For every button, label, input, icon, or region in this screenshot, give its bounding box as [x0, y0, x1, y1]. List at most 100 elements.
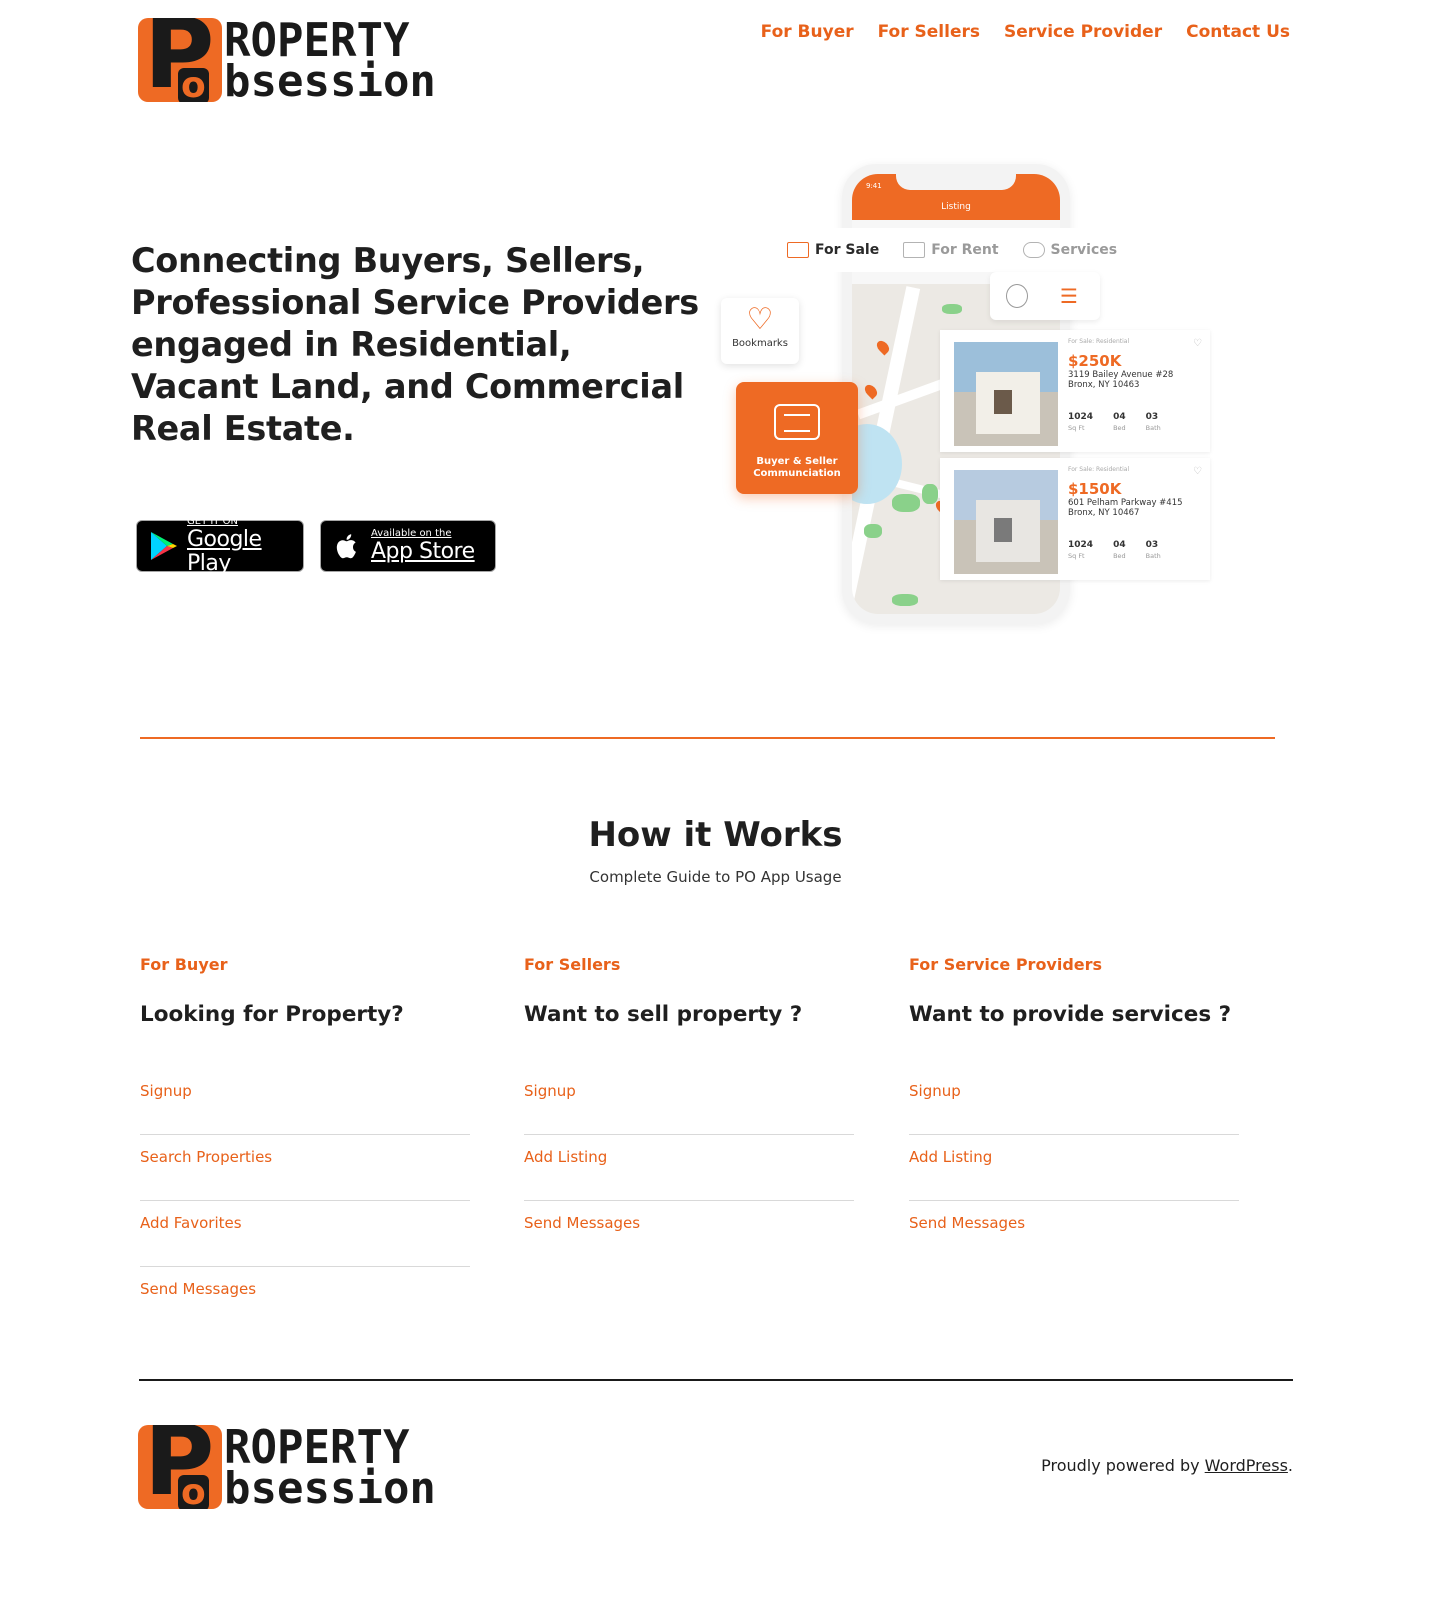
list-item: Search Properties [140, 1145, 470, 1201]
phone-notch [896, 174, 1016, 190]
link-signup[interactable]: Signup [140, 1079, 470, 1103]
logo-letter-o: o [178, 68, 209, 102]
listing-address: 3119 Bailey Avenue #28 Bronx, NY 10463 [1068, 370, 1174, 390]
footer-divider [139, 1379, 1293, 1381]
location-icon [1006, 284, 1028, 308]
listing-price: $150K [1068, 480, 1122, 498]
mockup-tab-label: For Rent [931, 242, 999, 258]
app-mockup-illustration: 9:41 Listing For Sale For Rent Services … [720, 160, 1240, 630]
mockup-tab-for-sale: For Sale [787, 242, 879, 258]
powered-suffix: . [1287, 1456, 1293, 1475]
listing-bed: 04 Bed [1113, 412, 1126, 432]
list-item: Add Listing [909, 1145, 1239, 1201]
google-play-icon [151, 532, 177, 560]
link-signup[interactable]: Signup [909, 1079, 1239, 1103]
link-add-listing[interactable]: Add Listing [524, 1145, 854, 1169]
heart-icon: ♡ [1193, 466, 1202, 477]
phone-screen-title: Listing [941, 202, 971, 212]
column-title: Looking for Property? [140, 1002, 404, 1027]
powered-prefix: Proudly powered by [1041, 1456, 1205, 1475]
listing-photo [954, 342, 1058, 446]
wordpress-link[interactable]: WordPress [1205, 1456, 1288, 1475]
link-search-properties[interactable]: Search Properties [140, 1145, 470, 1169]
list-item: Send Messages [524, 1211, 854, 1267]
listing-card: For Sale: Residential $150K 601 Pelham P… [940, 458, 1210, 580]
logo-word-property: ROPERTY [224, 1420, 410, 1475]
mockup-tab-label: Services [1050, 242, 1118, 258]
mockup-tab-label: For Sale [815, 242, 880, 258]
bookmarks-card: ♡ Bookmarks [721, 298, 799, 364]
site-logo[interactable]: P o ROPERTY bsession [138, 17, 436, 104]
section-divider [140, 737, 1275, 739]
column-links: Signup Search Properties Add Favorites S… [140, 1079, 470, 1333]
column-kicker: For Sellers [524, 955, 621, 974]
list-icon: ☰ [1060, 284, 1078, 308]
communication-card: Buyer & Seller Communciation [736, 382, 858, 494]
column-kicker: For Buyer [140, 955, 228, 974]
map-tools-card: ☰ [990, 272, 1100, 320]
bookmarks-label: Bookmarks [732, 338, 788, 349]
listing-sqft: 1024 Sq Ft [1068, 540, 1094, 560]
mockup-tab-services: Services [1022, 242, 1118, 258]
listing-sqft: 1024 Sq Ft [1068, 412, 1094, 432]
listing-photo [954, 470, 1058, 574]
heart-icon: ♡ [1193, 338, 1202, 349]
column-for-sellers: For Sellers Want to sell property ? Sign… [524, 955, 854, 1277]
footer-logo[interactable]: P o ROPERTY bsession [138, 1420, 436, 1511]
for-rent-icon [903, 242, 926, 258]
google-play-big-text: Google Play [187, 527, 262, 576]
list-item: Add Listing [524, 1145, 854, 1201]
link-add-favorites[interactable]: Add Favorites [140, 1211, 470, 1235]
column-links: Signup Add Listing Send Messages [524, 1079, 854, 1267]
link-signup[interactable]: Signup [524, 1079, 854, 1103]
column-title: Want to provide services ? [909, 1002, 1232, 1027]
column-for-service-providers: For Service Providers Want to provide se… [909, 955, 1239, 1277]
link-add-listing[interactable]: Add Listing [909, 1145, 1239, 1169]
link-send-messages[interactable]: Send Messages [909, 1211, 1239, 1235]
nav-service-provider[interactable]: Service Provider [1004, 22, 1162, 42]
listing-category: For Sale: Residential [1068, 466, 1130, 473]
logo-letter-o: o [178, 1475, 209, 1509]
mockup-tab-for-rent: For Rent [903, 242, 999, 258]
logo-wordmark: ROPERTY bsession [224, 1420, 436, 1511]
link-send-messages[interactable]: Send Messages [524, 1211, 854, 1235]
column-links: Signup Add Listing Send Messages [909, 1079, 1239, 1267]
phone-time: 9:41 [866, 182, 882, 190]
nav-for-buyer[interactable]: For Buyer [761, 22, 854, 42]
listing-bed: 04 Bed [1113, 540, 1126, 560]
app-store-big-text: App Store [371, 539, 475, 564]
app-store-badge[interactable]: Available on the App Store [320, 520, 496, 572]
logo-mark: P o [138, 18, 222, 102]
communication-label: Buyer & Seller Communciation [753, 456, 841, 479]
nav-contact-us[interactable]: Contact Us [1186, 22, 1290, 42]
list-item: Signup [140, 1079, 470, 1135]
logo-wordmark: ROPERTY bsession [224, 17, 436, 104]
for-sale-icon [787, 242, 809, 258]
heart-icon: ♡ [746, 302, 774, 337]
main-nav: For Buyer For Sellers Service Provider C… [761, 22, 1290, 42]
mockup-tabs: For Sale For Rent Services [777, 228, 1197, 272]
powered-by-text: Proudly powered by WordPress. [1041, 1456, 1293, 1475]
google-play-badge[interactable]: GET IT ON Google Play [136, 516, 304, 576]
hero-title: Connecting Buyers, Sellers, Professional… [131, 241, 699, 448]
list-item: Signup [909, 1079, 1239, 1135]
column-for-buyer: For Buyer Looking for Property? Signup S… [140, 955, 470, 1343]
listing-card: For Sale: Residential $250K 3119 Bailey … [940, 330, 1210, 452]
list-item: Send Messages [909, 1211, 1239, 1267]
logo-mark: P o [138, 1425, 222, 1509]
column-kicker: For Service Providers [909, 955, 1103, 974]
link-send-messages[interactable]: Send Messages [140, 1277, 470, 1301]
services-icon [1022, 242, 1045, 258]
how-it-works-subtitle: Complete Guide to PO App Usage [589, 868, 842, 886]
list-item: Signup [524, 1079, 854, 1135]
list-item: Add Favorites [140, 1211, 470, 1267]
listing-bath: 03 Bath [1145, 412, 1161, 432]
how-it-works-title: How it Works [588, 815, 843, 855]
column-title: Want to sell property ? [524, 1002, 803, 1027]
apple-icon [336, 534, 356, 559]
listing-address: 601 Pelham Parkway #415 Bronx, NY 10467 [1068, 498, 1183, 518]
listing-price: $250K [1068, 352, 1122, 370]
listing-bath: 03 Bath [1145, 540, 1161, 560]
listing-stats: 1024 Sq Ft 04 Bed 03 Bath [1068, 540, 1161, 560]
nav-for-sellers[interactable]: For Sellers [878, 22, 980, 42]
